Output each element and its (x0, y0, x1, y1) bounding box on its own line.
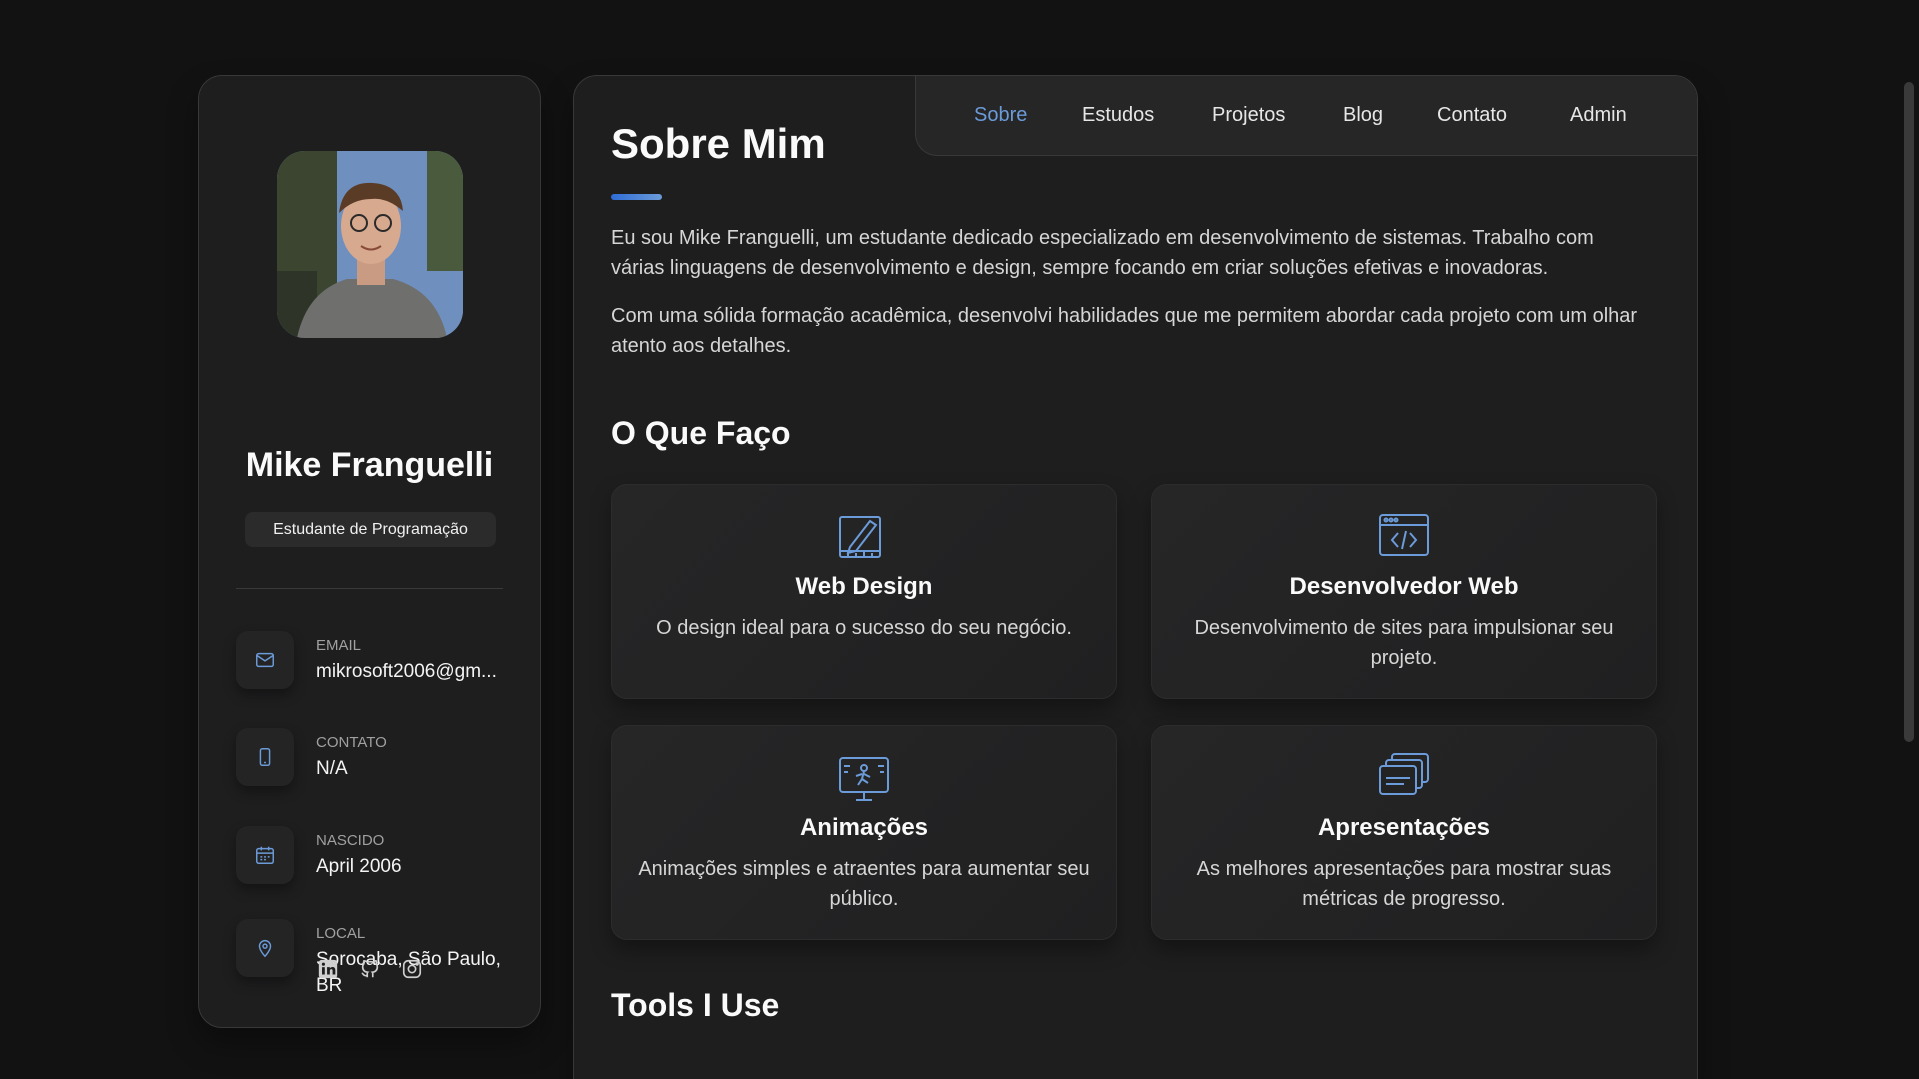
page-scrollbar[interactable] (1904, 82, 1914, 742)
linkedin-icon[interactable] (316, 957, 340, 981)
service-text: Animações simples e atraentes para aumen… (638, 858, 1090, 910)
services-title: O Que Faço (611, 415, 791, 451)
contact-label: EMAIL (316, 637, 362, 654)
role-badge: Estudante de Programação (245, 512, 496, 547)
nav-item-admin[interactable]: Admin (1570, 104, 1627, 127)
social-links (199, 957, 540, 981)
phone-icon (236, 728, 294, 786)
nav-item-contato[interactable]: Contato (1437, 104, 1507, 127)
contact-birth: NASCIDO April 2006 (236, 826, 516, 886)
service-card-presentations: Apresentações As melhores apresentações … (1151, 725, 1657, 940)
contact-label: NASCIDO (316, 832, 385, 849)
nav-item-sobre[interactable]: Sobre (974, 104, 1027, 127)
about-paragraph: Com uma sólida formação acadêmica, desen… (611, 305, 1638, 357)
main-content: Sobre Estudos Projetos Blog Contato Admi… (573, 75, 1698, 1079)
instagram-icon[interactable] (400, 957, 424, 981)
presentation-slides-icon (1376, 748, 1432, 804)
service-title: Apresentações (1317, 814, 1491, 841)
tools-title: Tools I Use (611, 987, 780, 1023)
title-underline (611, 194, 662, 200)
top-navbar: Sobre Estudos Projetos Blog Contato Admi… (915, 76, 1697, 156)
github-icon[interactable] (358, 957, 382, 981)
nav-item-estudos[interactable]: Estudos (1082, 104, 1154, 127)
service-card-web-design: Web Design O design ideal para o sucesso… (611, 484, 1117, 699)
calendar-icon (236, 826, 294, 884)
service-text: As melhores apresentações para mostrar s… (1196, 858, 1612, 910)
about-paragraph: Eu sou Mike Franguelli, um estudante ded… (611, 227, 1594, 279)
contact-label: LOCAL (316, 925, 366, 942)
email-link[interactable]: mikrosoft2006@gm... (316, 659, 511, 685)
service-title: Desenvolvedor Web (1289, 573, 1519, 600)
service-text: O design ideal para o sucesso do seu neg… (656, 617, 1072, 639)
contact-value: April 2006 (316, 856, 402, 877)
contact-email: EMAIL mikrosoft2006@gm... (236, 631, 516, 691)
service-card-animations: Animações Animações simples e atraentes … (611, 725, 1117, 940)
nav-item-projetos[interactable]: Projetos (1212, 104, 1285, 127)
code-window-icon (1376, 507, 1432, 563)
avatar (277, 151, 463, 338)
design-pencil-icon (836, 507, 892, 563)
service-title: Animações (799, 814, 929, 841)
mail-icon (236, 631, 294, 689)
contact-phone: CONTATO N/A (236, 728, 516, 788)
profile-photo (277, 151, 463, 338)
service-card-web-dev: Desenvolvedor Web Desenvolvimento de sit… (1151, 484, 1657, 699)
service-text: Desenvolvimento de sites para impulsiona… (1194, 617, 1614, 669)
profile-sidebar: Mike Franguelli Estudante de Programação… (198, 75, 541, 1028)
profile-name: Mike Franguelli (245, 446, 494, 484)
service-title: Web Design (795, 573, 933, 600)
nav-item-blog[interactable]: Blog (1343, 104, 1383, 127)
divider (236, 588, 503, 589)
page-title: Sobre Mim (611, 120, 826, 167)
contact-label: CONTATO (316, 734, 387, 751)
contact-value: N/A (316, 758, 348, 779)
animation-monitor-icon (836, 748, 892, 804)
